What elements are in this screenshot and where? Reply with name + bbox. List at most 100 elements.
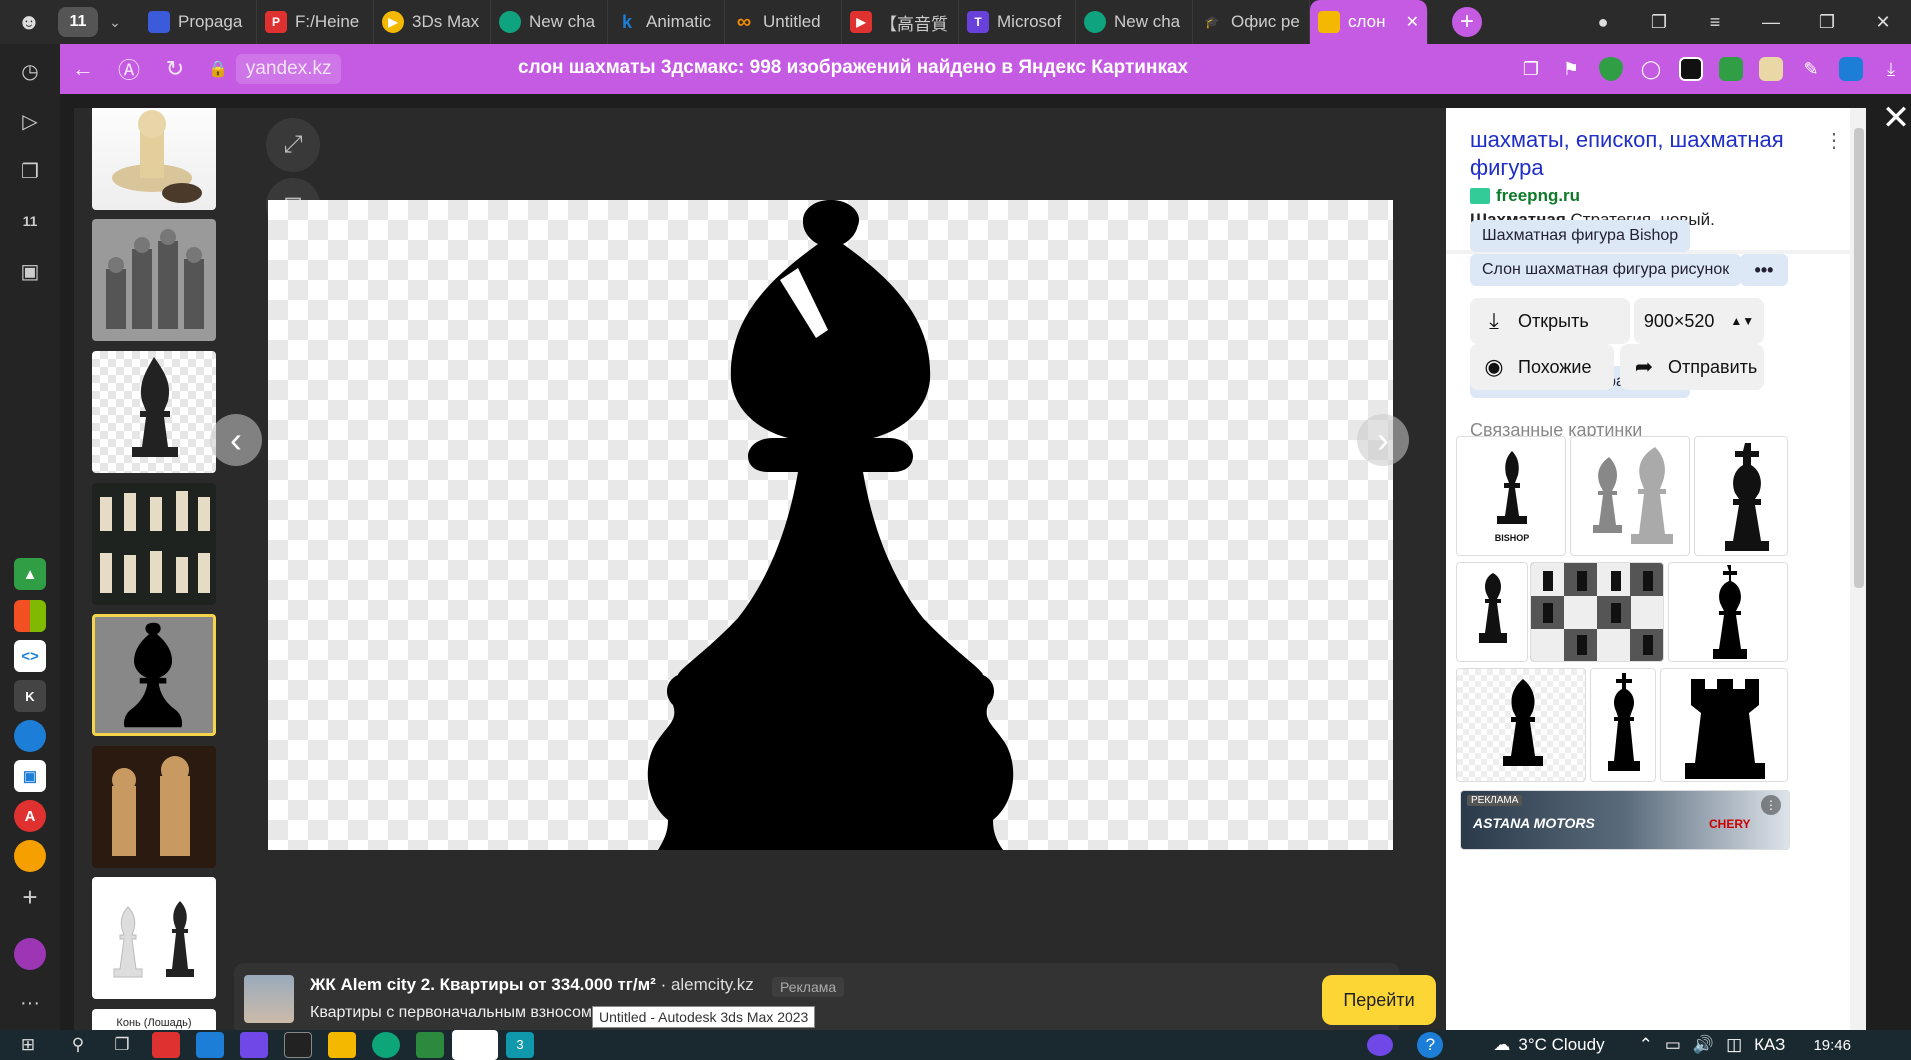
search-icon[interactable]: ⚲ [56,1030,100,1060]
tab-propaga[interactable]: Propaga [140,0,257,44]
tab-office[interactable]: 🎓 Офис ре [1193,0,1310,44]
tab-pdf[interactable]: P F:/Heine [257,0,374,44]
tab-count-badge[interactable]: 11 [58,7,98,37]
tag-chip-drawing[interactable]: Слон шахматная фигура рисунок [1470,254,1742,286]
tag-chip-bishop[interactable]: Шахматная фигура Bishop [1470,220,1691,252]
tab-chatgpt[interactable]: New cha [491,0,608,44]
k-app-icon[interactable]: K [14,680,46,712]
related-image[interactable] [1456,562,1528,662]
yandex-icon[interactable]: Ⓐ [106,44,152,94]
related-image[interactable] [1660,668,1788,782]
similar-button[interactable]: ◉ Похожие [1470,344,1614,390]
yandex-browser-taskbar-icon[interactable] [452,1030,498,1060]
3dsmax-taskbar-icon[interactable]: 3 [506,1032,534,1058]
tab-microsoft[interactable]: T Microsof [959,0,1076,44]
terminal-taskbar-icon[interactable] [284,1032,312,1058]
new-tab-button[interactable]: + [1452,7,1482,37]
folder-taskbar-icon[interactable] [328,1032,356,1058]
thumbnail[interactable]: Конь (Лошадь) [92,1009,216,1030]
close-tab-icon[interactable]: ✕ [1406,12,1419,32]
thumbnail[interactable] [92,877,216,999]
thumbnail[interactable] [92,351,216,473]
clock[interactable]: 19:46 [1813,1037,1851,1054]
tab-3dsmax[interactable]: ▶ 3Ds Max [374,0,491,44]
video-play-icon[interactable]: ▷ [13,104,47,138]
mail-app-icon[interactable] [14,840,46,872]
menu-icon[interactable]: ≡ [1687,12,1743,33]
code-app-icon[interactable]: <> [14,640,46,672]
pycharm-taskbar-icon[interactable] [416,1032,444,1058]
close-viewer-icon[interactable]: ✕ [1876,98,1911,138]
minimize-icon[interactable]: — [1743,12,1799,33]
related-image[interactable]: BISHOP [1456,436,1566,556]
edge-app-icon[interactable] [14,720,46,752]
translate-app-icon[interactable]: A [14,800,46,832]
related-image[interactable] [1668,562,1788,662]
task-view-icon[interactable]: ❐ [100,1030,144,1060]
tab-youtube[interactable]: ▶ 【高音質 [842,0,959,44]
thumbnail-selected[interactable] [92,614,216,736]
thumbnail[interactable] [92,219,216,341]
android-app-icon[interactable]: ▲ [14,558,46,590]
alice-tray-icon[interactable] [1367,1034,1394,1056]
share-button[interactable]: ➦ Отправить [1620,344,1764,390]
related-image[interactable] [1570,436,1690,556]
related-image[interactable] [1456,668,1586,782]
ad-go-button[interactable]: Перейти [1322,975,1436,1025]
shield-icon[interactable] [1591,44,1631,94]
history-icon[interactable]: ◷ [13,54,47,88]
collections-icon[interactable]: ❐ [1631,12,1687,33]
open-button[interactable]: ⤓ Открыть [1470,298,1630,344]
more-icon[interactable]: ··· [13,986,47,1020]
yandex-taskbar-icon[interactable] [152,1032,180,1058]
fullscreen-icon[interactable]: ⤢ [266,118,320,172]
profile-icon[interactable]: ☻ [0,0,58,44]
tab-untitled[interactable]: ∞ Untitled [725,0,842,44]
related-image[interactable] [1694,436,1788,556]
trello-app-icon[interactable]: ▣ [14,760,46,792]
tabs-badge-icon[interactable]: ❐ [1511,44,1551,94]
puzzle-icon[interactable]: ✎ [1791,44,1831,94]
thumbnail[interactable] [92,746,216,868]
ad-more-icon[interactable]: ⋮ [1761,795,1781,815]
lock-icon[interactable]: 🔒 [208,59,228,79]
weather-icon[interactable]: ☁ [1493,1035,1510,1055]
bookmark-icon[interactable]: ⚑ [1551,44,1591,94]
image-title-link[interactable]: шахматы, епископ, шахматная фигура [1470,126,1810,182]
tab-active-slon[interactable]: слон ✕ [1310,0,1428,44]
panel-scrollbar-thumb[interactable] [1854,128,1864,588]
thumbnail[interactable] [92,483,216,605]
thumbnail[interactable] [92,108,216,210]
source-link[interactable]: freepng.ru [1470,186,1580,206]
prev-image-button[interactable]: ‹ [210,414,262,466]
main-image[interactable] [268,200,1393,850]
reload-icon[interactable]: ↻ [152,44,198,94]
related-image[interactable] [1590,668,1656,782]
more-options-icon[interactable]: ⋮ [1824,128,1844,153]
next-image-button[interactable]: › [1357,414,1409,466]
downloads-icon[interactable]: ⤓ [1871,44,1911,94]
close-window-icon[interactable]: ✕ [1855,12,1911,33]
battery-icon[interactable]: ▭ [1665,1035,1681,1055]
ad-title[interactable]: ЖК Alem city 2. Квартиры от 334.000 тг/м… [310,975,754,995]
translate-extension-icon[interactable] [1831,44,1871,94]
page-title[interactable]: слон шахматы 3дсмакс: 998 изображений на… [518,57,1188,79]
mic-icon[interactable]: ● [1575,12,1631,33]
url-domain[interactable]: yandex.kz [235,54,342,84]
weather-text[interactable]: 3°C Cloudy [1518,1035,1604,1055]
related-image[interactable] [1530,562,1664,662]
chevron-up-icon[interactable]: ⌃ [1639,1035,1653,1055]
language-indicator[interactable]: КАЗ [1754,1035,1785,1055]
glasses-icon[interactable] [1671,44,1711,94]
mail-taskbar-icon[interactable] [196,1032,224,1058]
wifi-icon[interactable]: ◫ [1726,1035,1742,1055]
tab-animatic[interactable]: k Animatic [608,0,725,44]
ad-thumbnail-image[interactable] [244,975,294,1023]
screenshot-icon[interactable]: ▣ [13,254,47,288]
size-select[interactable]: 900×520 ▲▼ [1634,298,1764,344]
tab-list-dropdown-icon[interactable]: ⌄ [98,7,132,37]
tab-count-icon[interactable]: 11 [13,204,47,238]
bulb-icon[interactable]: ◯ [1631,44,1671,94]
edge-taskbar-icon[interactable] [372,1032,400,1058]
note-extension-icon[interactable] [1751,44,1791,94]
